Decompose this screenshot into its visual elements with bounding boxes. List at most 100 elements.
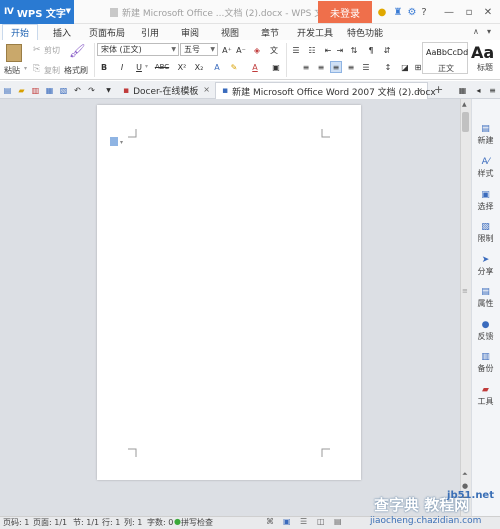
align-left-icon[interactable]: ≡ — [300, 61, 312, 73]
side-share[interactable]: ➤ 分享 — [471, 255, 500, 281]
vertical-scrollbar[interactable] — [460, 99, 471, 516]
preview-icon[interactable]: ▧ — [59, 85, 68, 95]
chevron-down-icon[interactable]: ▾ — [24, 65, 27, 72]
outdent-icon[interactable]: ⇤ — [322, 44, 334, 56]
clear-format-icon[interactable]: ◈ — [251, 44, 263, 56]
tab-scroll-icon[interactable]: ◂ — [474, 85, 483, 95]
tab-features[interactable]: 特色功能 — [344, 24, 386, 40]
document-page[interactable] — [97, 105, 361, 480]
line-spacing-icon[interactable]: ↕ — [382, 61, 394, 73]
bullets-icon[interactable]: ☰ — [290, 44, 302, 56]
font-color-icon[interactable]: A — [249, 61, 261, 73]
style-normal[interactable]: AaBbCcDd 正文 — [422, 42, 468, 74]
sort-icon[interactable]: ⇵ — [381, 44, 393, 56]
text-effect-icon[interactable]: A — [211, 61, 223, 73]
undo-icon[interactable]: ↶ — [73, 85, 82, 95]
tab-developer[interactable]: 开发工具 — [294, 24, 336, 40]
minimize-icon[interactable]: — — [443, 6, 455, 18]
close-icon[interactable]: × — [416, 86, 423, 95]
subscript-button[interactable]: X₂ — [193, 61, 205, 73]
side-restrict[interactable]: ▧ 限制 — [471, 222, 500, 248]
italic-button[interactable]: I — [116, 61, 128, 73]
shrink-font-icon[interactable]: A⁻ — [235, 44, 247, 56]
bold-button[interactable]: B — [98, 61, 110, 73]
paste-button[interactable]: 粘贴 — [4, 65, 20, 76]
help-icon[interactable]: ? — [418, 6, 430, 18]
reading-view-icon[interactable]: ▤ — [334, 517, 342, 526]
close-icon[interactable]: × — [203, 85, 210, 94]
numbering-icon[interactable]: ☷ — [306, 44, 318, 56]
fullscreen-icon[interactable]: ⌘ — [266, 517, 274, 526]
chinese-layout-icon[interactable]: ⇅ — [348, 44, 360, 56]
highlight-icon[interactable]: ✎ — [228, 61, 240, 73]
cut-button[interactable]: 剪切 — [44, 45, 60, 56]
tab-list-icon[interactable]: ▦ — [458, 85, 467, 95]
collapse-ribbon-icon[interactable]: ∧ — [473, 27, 479, 36]
tab-section[interactable]: 章节 — [256, 24, 284, 40]
new-tab-icon[interactable]: + — [434, 83, 443, 96]
side-select[interactable]: ▣ 选择 — [471, 190, 500, 216]
status-word-count[interactable]: 字数: 0 — [147, 517, 173, 528]
pdf-icon[interactable]: ▥ — [31, 85, 40, 95]
tab-home[interactable]: 开始 — [2, 24, 38, 40]
select-browse-icon[interactable]: ● — [462, 482, 468, 490]
chevron-down-icon[interactable]: ▾ — [120, 139, 123, 146]
align-right-icon[interactable]: ≡ — [345, 61, 357, 73]
style-heading[interactable]: Aa 标题 — [469, 42, 500, 74]
side-tools[interactable]: ▰ 工具 — [471, 385, 500, 411]
side-feedback[interactable]: ● 反馈 — [471, 320, 500, 346]
redo-icon[interactable]: ↷ — [87, 85, 96, 95]
prev-page-icon[interactable]: ⏶ — [462, 470, 468, 479]
skin-icon[interactable]: ● — [376, 6, 388, 18]
tab-insert[interactable]: 插入 — [46, 24, 78, 40]
shirt-icon[interactable]: ♜ — [392, 6, 404, 18]
chevron-down-icon[interactable]: ▾ — [145, 63, 148, 70]
tab-page-layout[interactable]: 页面布局 — [86, 24, 128, 40]
status-column: 列: 1 — [124, 518, 143, 527]
show-marks-icon[interactable]: ¶ — [365, 44, 377, 56]
indent-icon[interactable]: ⇥ — [334, 44, 346, 56]
open-folder-icon[interactable]: ▰ — [17, 85, 26, 95]
tab-review[interactable]: 审阅 — [176, 24, 204, 40]
shading-icon[interactable]: ◪ — [399, 61, 411, 73]
outline-view-icon[interactable]: ☰ — [300, 517, 307, 526]
side-properties[interactable]: ▤ 属性 — [471, 287, 500, 313]
print-icon[interactable]: ▦ — [45, 85, 54, 95]
tab-reference[interactable]: 引用 — [136, 24, 164, 40]
page-view-icon[interactable]: ▣ — [283, 517, 291, 526]
close-icon[interactable]: ✕ — [482, 6, 494, 18]
login-button[interactable]: 未登录 — [318, 1, 372, 23]
tab-view[interactable]: 视图 — [216, 24, 244, 40]
grow-font-icon[interactable]: A⁺ — [221, 44, 233, 56]
scrollbar-thumb[interactable] — [462, 112, 469, 132]
maximize-icon[interactable]: ▫ — [463, 6, 475, 18]
superscript-button[interactable]: X² — [176, 61, 188, 73]
font-size-select[interactable]: 五号 ▼ — [180, 43, 218, 56]
web-view-icon[interactable]: ◫ — [317, 517, 325, 526]
copy-button[interactable]: 复制 — [44, 65, 60, 76]
side-backup[interactable]: ▥ 备份 — [471, 352, 500, 378]
paste-icon[interactable] — [6, 44, 22, 62]
tab-active-document[interactable]: ▪ 新建 Microsoft Office Word 2007 文档 (2).d… — [215, 82, 436, 99]
side-styles[interactable]: A⁄ 样式 — [471, 157, 500, 183]
font-name-select[interactable]: 宋体 (正文) ▼ — [97, 43, 179, 56]
tab-docer-templates[interactable]: ▪ Docer-在线模板 × — [117, 82, 214, 99]
status-spell-check[interactable]: 拼写检查 — [181, 517, 213, 528]
underline-button[interactable]: U — [133, 61, 145, 73]
format-painter-button[interactable]: 格式刷 — [64, 65, 88, 76]
align-center-icon[interactable]: ≡ — [315, 61, 327, 73]
strikethrough-button[interactable]: ABC — [153, 61, 171, 73]
justify-icon[interactable]: ≡ — [330, 61, 342, 73]
splitter-handle-icon[interactable]: ≡ — [462, 287, 468, 295]
ribbon-menu-icon[interactable]: ▾ — [487, 27, 491, 36]
distribute-icon[interactable]: ☰ — [360, 61, 372, 73]
settings-icon[interactable]: ⚙ — [406, 6, 418, 18]
char-border-icon[interactable]: ▣ — [270, 61, 282, 73]
app-menu-button[interactable]: Ⅳ WPS 文字 ▼ — [0, 0, 74, 24]
chevron-down-icon[interactable]: ▼ — [104, 85, 113, 95]
side-new[interactable]: ▤ 新建 — [471, 124, 500, 150]
scroll-up-icon[interactable]: ▲ — [462, 101, 467, 108]
new-doc-icon[interactable]: ▤ — [3, 85, 12, 95]
pinyin-icon[interactable]: 文 — [268, 44, 280, 56]
tab-menu-icon[interactable]: ≡ — [488, 85, 497, 95]
